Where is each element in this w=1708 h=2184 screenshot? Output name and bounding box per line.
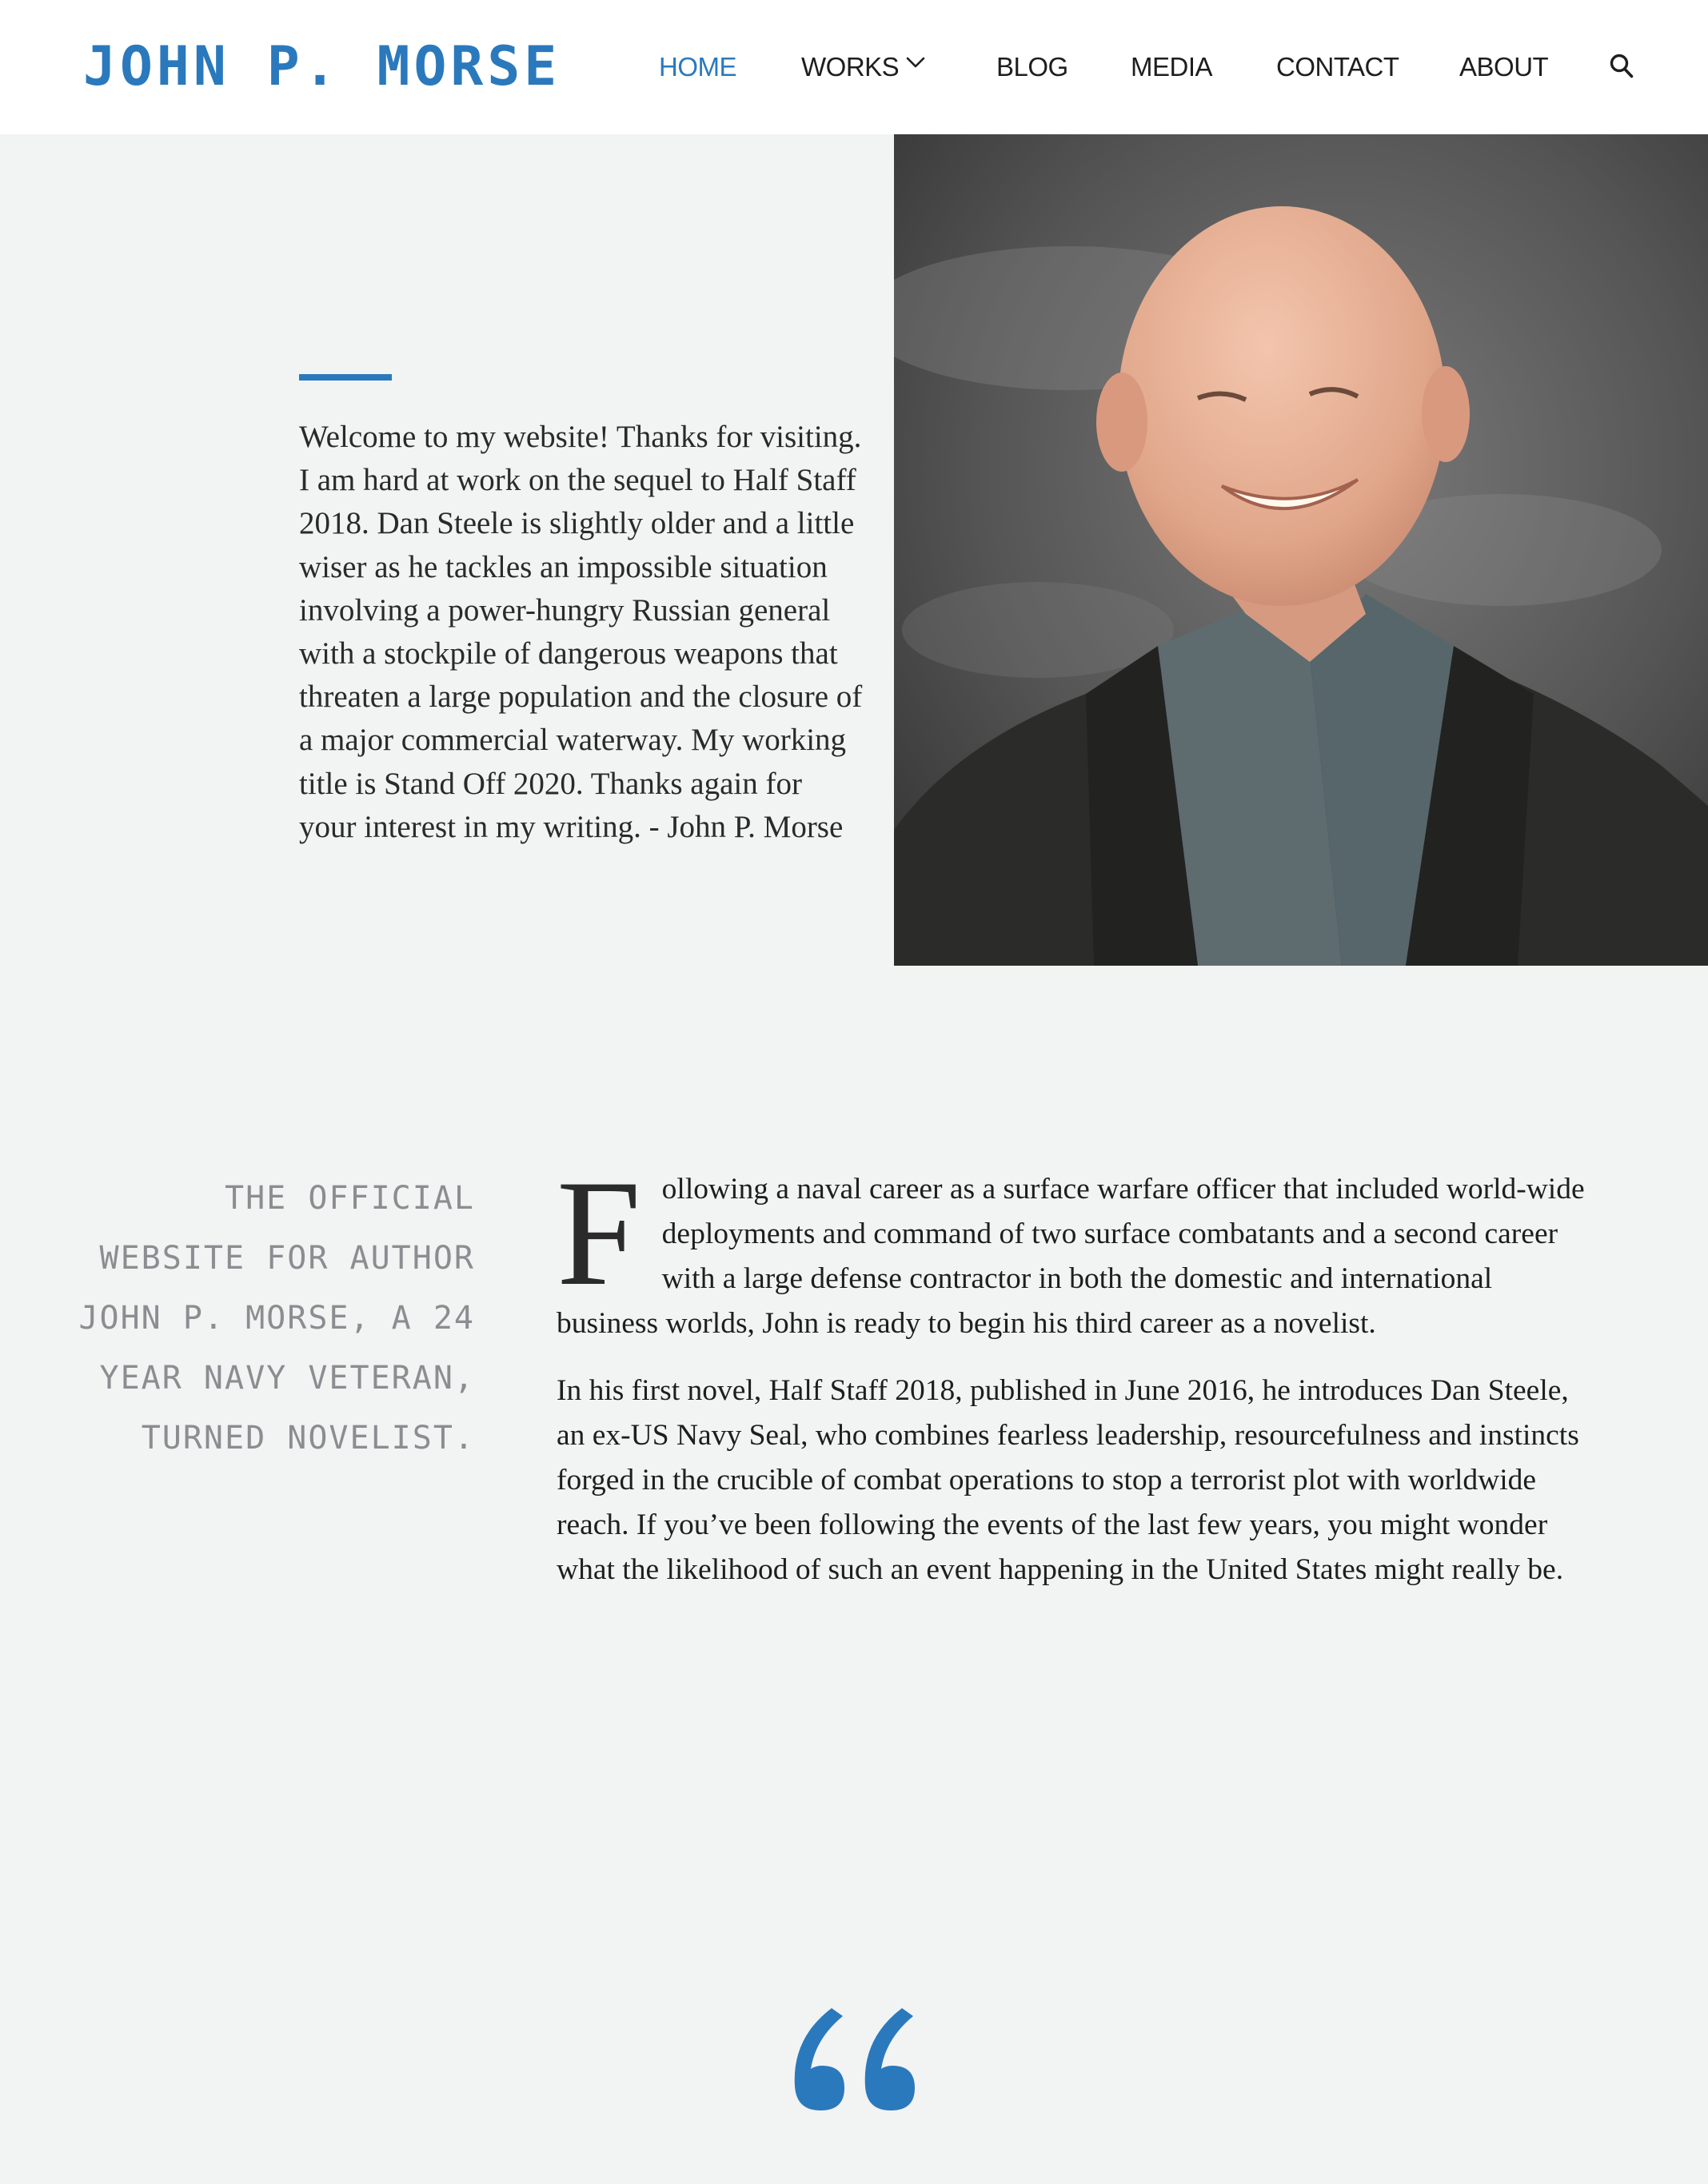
welcome-text: Welcome to my website! Thanks for visiti… [299, 420, 863, 844]
bio-paragraph-2: In his first novel, Half Staff 2018, pub… [557, 1374, 1579, 1586]
site-tagline: THE OFFICIAL WEBSITE FOR AUTHOR JOHN P. … [78, 1180, 475, 1457]
nav-works[interactable]: WORKS [801, 45, 900, 90]
site-header: JOHN P. MORSE HOME WORKS BLOG MEDIA CONT… [0, 0, 1708, 134]
nav-contact[interactable]: CONTACT [1276, 45, 1399, 90]
accent-divider [299, 374, 392, 381]
nav-media[interactable]: MEDIA [1131, 45, 1213, 90]
bio-paragraph: Following a naval career as a surface wa… [557, 1150, 1596, 1346]
search-icon[interactable] [1609, 53, 1634, 80]
site-logo[interactable]: JOHN P. MORSE [83, 34, 561, 101]
author-portrait [894, 134, 1708, 966]
drop-cap: F [557, 1150, 641, 1317]
nav-about[interactable]: ABOUT [1459, 45, 1549, 90]
chevron-down-icon[interactable] [903, 55, 928, 71]
nav-home[interactable]: HOME [659, 45, 737, 90]
quote-icon [784, 1999, 928, 2118]
bio-text: Following a naval career as a surface wa… [557, 1150, 1596, 1615]
bio-paragraph-text: ollowing a naval career as a surface war… [557, 1173, 1585, 1340]
nav-blog[interactable]: BLOG [996, 45, 1068, 90]
